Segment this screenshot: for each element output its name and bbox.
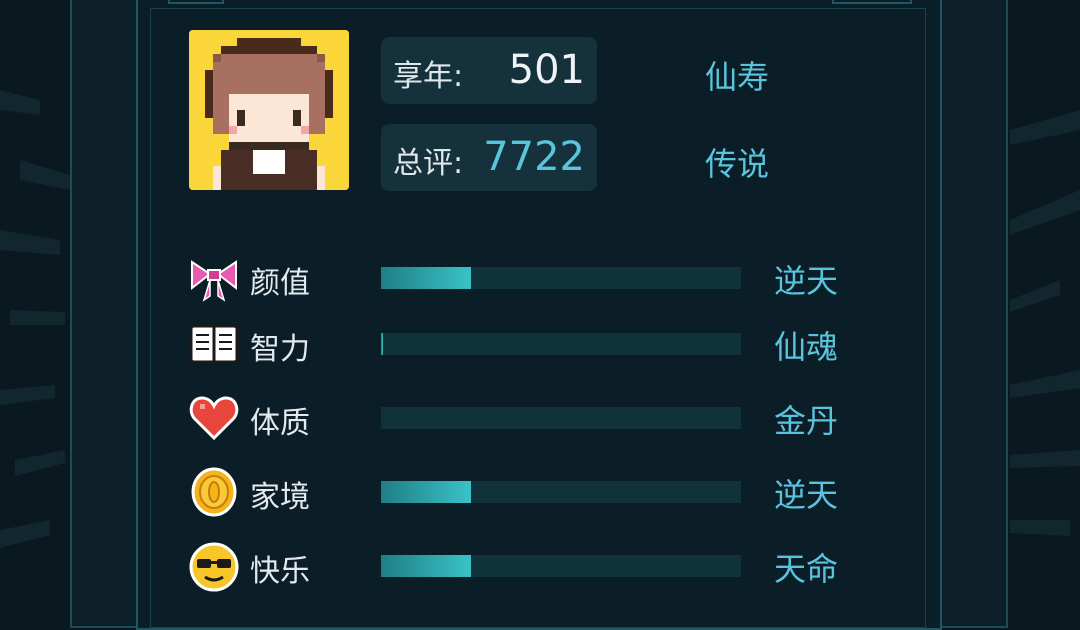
attribute-row-looks: 颜值 逆天 [188, 250, 848, 306]
attribute-row-intelligence: 智力 仙魂 [188, 316, 848, 372]
score-grade: 传说 [705, 145, 770, 183]
book-icon [188, 318, 240, 370]
heart-icon [188, 392, 240, 444]
attribute-grade: 逆天 [774, 476, 839, 514]
attribute-bar [381, 267, 741, 289]
attribute-grade: 逆天 [774, 262, 839, 300]
attribute-bar [381, 555, 741, 577]
age-value: 501 [508, 47, 585, 93]
attribute-bar-fill [381, 333, 383, 355]
attribute-bar-fill [381, 555, 471, 577]
attribute-row-constitution: 体质 金丹 [188, 390, 848, 446]
bow-icon [188, 252, 240, 304]
score-value: 7722 [483, 134, 585, 180]
score-label: 总评: [393, 146, 464, 181]
avatar[interactable] [189, 30, 349, 190]
attribute-row-happiness: 快乐 天命 [188, 538, 848, 594]
avatar-pixel-portrait [189, 30, 349, 190]
frame-notch-right [832, 0, 912, 4]
age-grade: 仙寿 [705, 58, 770, 96]
attribute-bar-fill [381, 267, 471, 289]
attribute-grade: 金丹 [774, 402, 839, 440]
attribute-label: 体质 [250, 406, 310, 441]
age-stat-box: 享年: 501 [381, 37, 597, 104]
attribute-label: 颜值 [250, 266, 310, 301]
attribute-bar [381, 481, 741, 503]
attribute-grade: 天命 [774, 550, 839, 588]
attribute-grade: 仙魂 [774, 328, 839, 366]
age-label: 享年: [393, 59, 464, 94]
attribute-label: 家境 [250, 480, 310, 515]
frame-notch-left [168, 0, 224, 4]
attribute-bar-fill [381, 481, 471, 503]
attribute-label: 快乐 [250, 554, 310, 589]
coin-icon [188, 466, 240, 518]
attribute-row-family: 家境 逆天 [188, 464, 848, 520]
attribute-bar [381, 333, 741, 355]
score-stat-box: 总评: 7722 [381, 124, 597, 191]
attribute-label: 智力 [250, 332, 310, 367]
attribute-bar [381, 407, 741, 429]
sunglasses-face-icon [188, 540, 240, 592]
